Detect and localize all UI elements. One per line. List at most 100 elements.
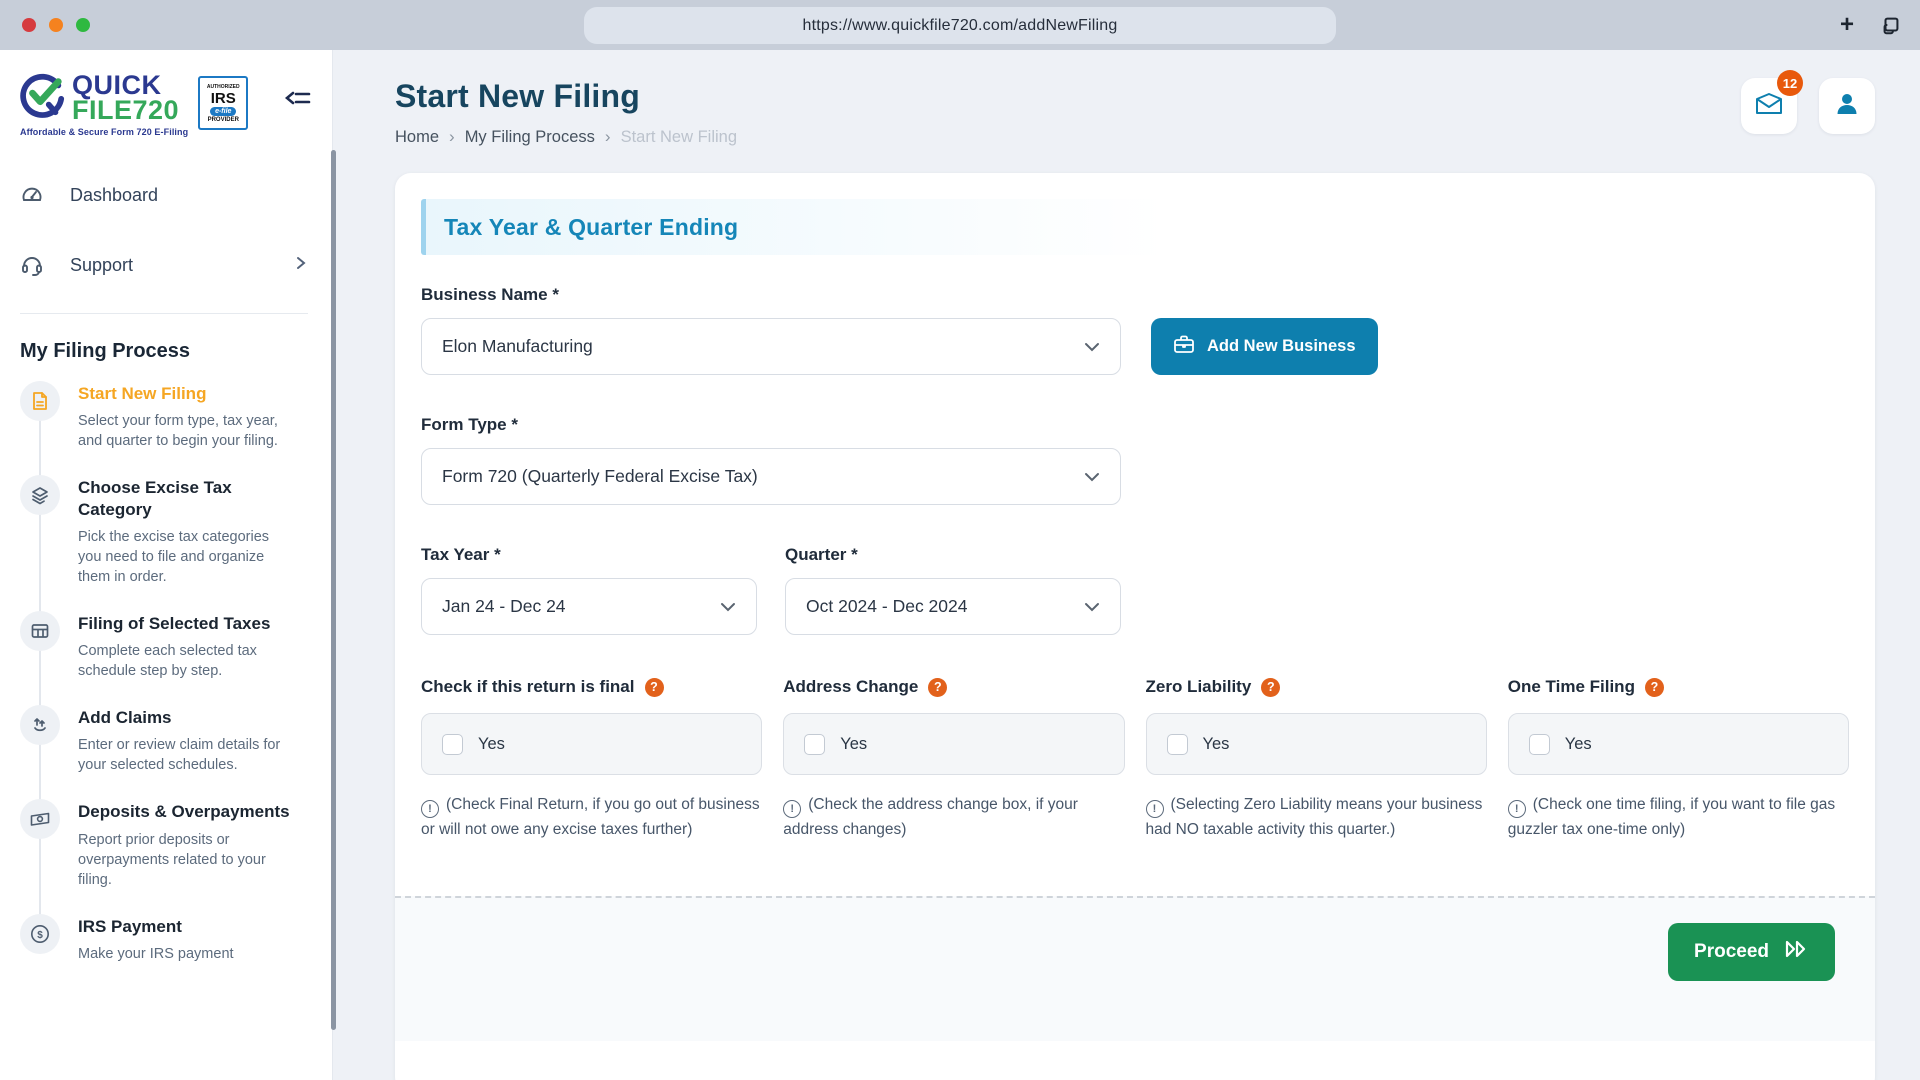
minimize-window-button[interactable] [49,18,63,32]
address-change-yes-option[interactable]: Yes [783,713,1124,775]
process-section-title: My Filing Process [20,340,332,363]
step-title: Add Claims [78,707,293,728]
yes-label: Yes [840,735,867,754]
user-icon [1833,90,1861,123]
logo-checkmark-icon [20,72,66,123]
zero-liability-checkbox[interactable] [1167,734,1188,755]
help-icon[interactable]: ? [645,678,664,697]
final-return-checkbox[interactable] [442,734,463,755]
one-time-filing-checkbox[interactable] [1529,734,1550,755]
one-time-filing-yes-option[interactable]: Yes [1508,713,1849,775]
help-icon[interactable]: ? [1261,678,1280,697]
step-add-claims[interactable]: Add Claims Enter or review claim details… [20,705,332,775]
step-title: Choose Excise Tax Category [78,477,293,520]
dashboard-gauge-icon [20,183,44,207]
business-name-label: Business Name * [421,285,1121,305]
chevron-right-icon [294,256,308,275]
zero-liability-hint: !(Selecting Zero Liability means your bu… [1146,793,1487,842]
help-icon[interactable]: ? [1645,678,1664,697]
notification-count-badge: 12 [1777,70,1803,96]
table-icon [20,611,60,651]
hint-text: (Check the address change box, if your a… [783,796,1078,838]
zero-liability-yes-option[interactable]: Yes [1146,713,1487,775]
address-bar[interactable]: https://www.quickfile720.com/addNewFilin… [584,7,1336,44]
breadcrumb-my-filing-process[interactable]: My Filing Process [465,128,595,147]
add-new-business-button[interactable]: Add New Business [1151,318,1378,375]
quarter-select[interactable]: Oct 2024 - Dec 2024 [785,578,1121,635]
tax-year-label: Tax Year * [421,545,757,565]
step-title: Deposits & Overpayments [78,801,293,822]
breadcrumb-current: Start New Filing [621,128,737,147]
filing-process-steps: Start New Filing Select your form type, … [20,381,332,964]
yes-label: Yes [1203,735,1230,754]
maximize-window-button[interactable] [76,18,90,32]
url-text: https://www.quickfile720.com/addNewFilin… [802,17,1117,35]
new-tab-icon[interactable]: + [1840,13,1854,37]
step-irs-payment[interactable]: $ IRS Payment Make your IRS payment [20,914,332,964]
proceed-button[interactable]: Proceed [1668,923,1835,981]
app-logo[interactable]: QUICK FILE720 Affordable & Secure Form 7… [20,72,188,137]
breadcrumb-home[interactable]: Home [395,128,439,147]
chevron-down-icon [1084,602,1100,612]
chevron-down-icon [1084,342,1100,352]
address-change-checkbox[interactable] [804,734,825,755]
svg-text:$: $ [37,930,43,941]
window-controls [22,18,90,32]
final-return-yes-option[interactable]: Yes [421,713,762,775]
zero-liability-label: Zero Liability [1146,677,1252,697]
alert-badge-icon: ! [421,800,439,818]
irs-efile-provider-badge: AUTHORIZED IRS e-file PROVIDER [198,76,248,130]
quarter-label: Quarter * [785,545,1121,565]
notifications-button[interactable]: 12 [1741,78,1797,134]
tab-overview-icon[interactable] [1880,14,1902,36]
step-description: Enter or review claim details for your s… [78,735,293,775]
layers-icon [20,475,60,515]
main-content: Start New Filing Home › My Filing Proces… [333,50,1920,1080]
step-start-new-filing[interactable]: Start New Filing Select your form type, … [20,381,332,451]
form-type-value: Form 720 (Quarterly Federal Excise Tax) [442,466,758,487]
close-window-button[interactable] [22,18,36,32]
final-return-group: Check if this return is final ? Yes !(Ch… [421,677,762,842]
step-title: Filing of Selected Taxes [78,613,293,634]
alert-badge-icon: ! [1508,800,1526,818]
section-heading-text: Tax Year & Quarter Ending [444,214,738,241]
dollar-circle-icon: $ [20,914,60,954]
chevron-down-icon [1084,472,1100,482]
sidebar-scrollbar[interactable] [331,150,336,1030]
step-description: Select your form type, tax year, and qua… [78,411,293,451]
yes-label: Yes [1565,735,1592,754]
form-type-select[interactable]: Form 720 (Quarterly Federal Excise Tax) [421,448,1121,505]
chevron-separator-icon: › [449,127,455,147]
chevron-separator-icon: › [605,127,611,147]
double-chevron-right-icon [1783,939,1809,965]
address-change-label: Address Change [783,677,918,697]
step-deposits-overpayments[interactable]: Deposits & Overpayments Report prior dep… [20,799,332,889]
step-filing-of-selected-taxes[interactable]: Filing of Selected Taxes Complete each s… [20,611,332,681]
sidebar-item-dashboard[interactable]: Dashboard [20,173,308,217]
sidebar-item-label: Support [70,255,133,276]
claims-hand-icon [20,705,60,745]
one-time-filing-group: One Time Filing ? Yes !(Check one time f… [1508,677,1849,842]
sidebar: QUICK FILE720 Affordable & Secure Form 7… [0,50,333,1080]
sidebar-item-label: Dashboard [70,185,158,206]
sidebar-item-support[interactable]: Support [20,243,308,287]
tax-year-select[interactable]: Jan 24 - Dec 24 [421,578,757,635]
proceed-label: Proceed [1694,941,1769,963]
step-choose-excise-tax-category[interactable]: Choose Excise Tax Category Pick the exci… [20,475,332,587]
zero-liability-group: Zero Liability ? Yes !(Selecting Zero Li… [1146,677,1487,842]
one-time-filing-hint: !(Check one time filing, if you want to … [1508,793,1849,842]
chevron-down-icon [720,602,736,612]
sidebar-collapse-icon[interactable] [284,86,312,115]
logo-tagline: Affordable & Secure Form 720 E-Filing [20,127,188,137]
sidebar-divider [20,313,308,314]
step-title: Start New Filing [78,383,293,404]
business-name-select[interactable]: Elon Manufacturing [421,318,1121,375]
quarter-value: Oct 2024 - Dec 2024 [806,596,967,617]
logo-word-file720: FILE720 [72,98,179,123]
help-icon[interactable]: ? [928,678,947,697]
address-change-group: Address Change ? Yes !(Check the address… [783,677,1124,842]
step-description: Report prior deposits or overpayments re… [78,830,293,890]
step-description: Pick the excise tax categories you need … [78,527,293,587]
user-profile-button[interactable] [1819,78,1875,134]
alert-badge-icon: ! [1146,800,1164,818]
